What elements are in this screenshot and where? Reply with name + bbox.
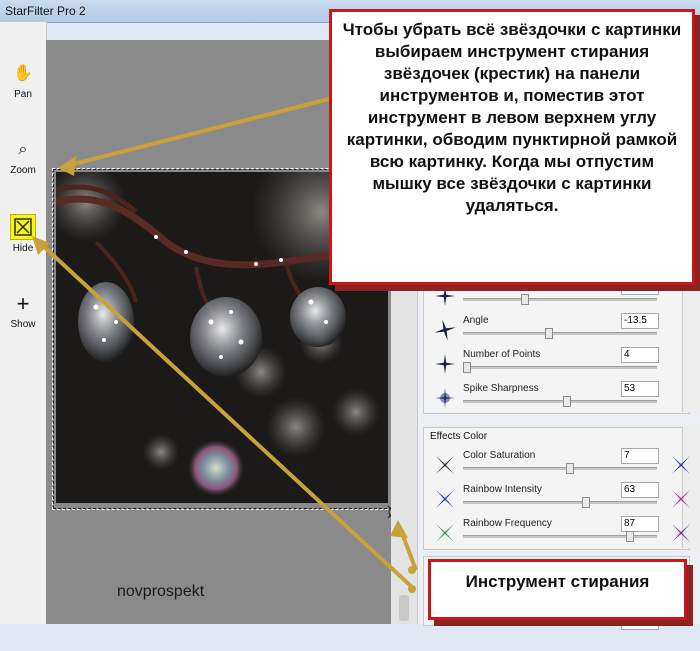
star-preview-icon — [436, 524, 454, 542]
star-preview-icon — [436, 456, 454, 474]
rainbow-frequency-label: Rainbow Frequency — [463, 518, 552, 529]
length-slider-track[interactable] — [463, 298, 657, 301]
star-preview-icon — [436, 490, 454, 508]
zoom-tool[interactable]: ⌕ Zoom — [0, 138, 46, 176]
angle-label: Angle — [463, 315, 489, 326]
hand-icon: ✋ — [13, 65, 33, 82]
tools-toolbar: ✋ Pan ⌕ Zoom Hide + Show — [0, 22, 47, 624]
scroll-thumb[interactable] — [399, 595, 409, 621]
watermark-text: novprospekt — [117, 583, 205, 600]
angle-slider-track[interactable] — [463, 332, 657, 335]
rainbow-intensity-slider-track[interactable] — [463, 501, 657, 504]
instruction-callout: Чтобы убрать всё звёздочки с картинки вы… — [329, 9, 695, 285]
instruction-text: Чтобы убрать всё звёздочки с картинки вы… — [342, 20, 682, 215]
rainbow-intensity-label: Rainbow Intensity — [463, 484, 542, 495]
saturation-value[interactable]: 7 — [621, 448, 659, 464]
points-slider-thumb[interactable] — [463, 362, 471, 373]
rainbow-frequency-slider-thumb[interactable] — [626, 531, 634, 542]
magnifier-icon: ⌕ — [18, 141, 28, 158]
saturation-label: Color Saturation — [463, 450, 536, 461]
points-label: Number of Points — [463, 349, 541, 360]
length-param: Length 31 — [433, 279, 693, 316]
star-color-preview-icon — [672, 524, 690, 542]
angle-slider-thumb[interactable] — [545, 328, 553, 339]
effects-color-title: Effects Color — [430, 431, 488, 442]
saturation-param: Color Saturation 7 — [433, 448, 693, 485]
star-preview-icon — [434, 319, 456, 341]
hide-tool[interactable]: Hide — [0, 214, 46, 254]
rainbow-intensity-value[interactable]: 63 — [621, 482, 659, 498]
sharpness-slider-track[interactable] — [463, 400, 657, 403]
points-slider-track[interactable] — [463, 366, 657, 369]
window-title: StarFilter Pro 2 — [5, 4, 86, 18]
star-preview-icon — [435, 354, 455, 374]
saturation-slider-thumb[interactable] — [566, 463, 574, 474]
angle-param: Angle -13.5 — [433, 313, 693, 350]
hide-label: Hide — [12, 243, 34, 254]
saturation-slider-track[interactable] — [463, 467, 657, 470]
star-preview-icon — [435, 286, 455, 306]
star-color-preview-icon — [672, 456, 690, 474]
star-color-preview-icon — [672, 490, 690, 508]
rainbow-frequency-value[interactable]: 87 — [621, 516, 659, 532]
rainbow-intensity-param: Rainbow Intensity 63 — [433, 482, 693, 519]
pan-label: Pan — [14, 89, 32, 100]
rainbow-intensity-slider-thumb[interactable] — [582, 497, 590, 508]
points-value[interactable]: 4 — [621, 347, 659, 363]
zoom-label: Zoom — [10, 165, 36, 176]
show-label: Show — [10, 319, 36, 330]
rainbow-frequency-param: Rainbow Frequency 87 — [433, 516, 693, 553]
sharpness-value[interactable]: 53 — [621, 381, 659, 397]
sharpness-param: Spike Sharpness 53 — [433, 381, 693, 418]
pan-tool[interactable]: ✋ Pan — [0, 62, 46, 100]
length-slider-thumb[interactable] — [521, 294, 529, 305]
eraser-tool-text: Инструмент стирания — [465, 572, 650, 591]
star-preview-icon — [435, 388, 455, 408]
show-tool[interactable]: + Show — [0, 291, 46, 331]
angle-value[interactable]: -13.5 — [621, 313, 659, 329]
cross-box-icon — [10, 214, 36, 240]
points-param: Number of Points 4 — [433, 347, 693, 384]
sharpness-slider-thumb[interactable] — [563, 396, 571, 407]
sharpness-label: Spike Sharpness — [463, 383, 539, 394]
eraser-tool-callout: Инструмент стирания — [428, 559, 687, 620]
plus-icon: + — [16, 291, 30, 316]
